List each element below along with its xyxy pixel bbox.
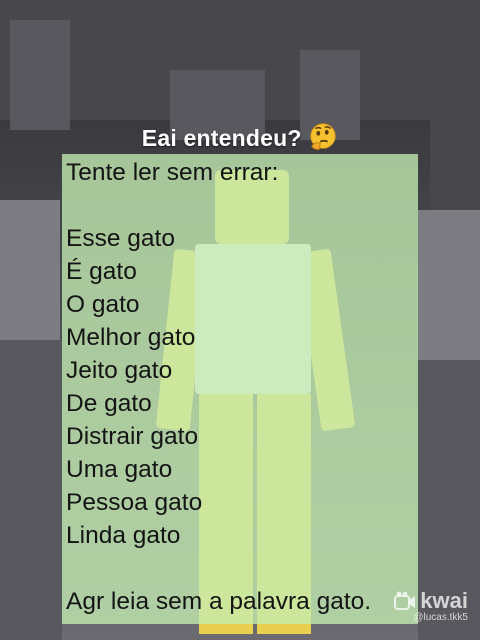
card-line: Pessoa gato: [66, 489, 203, 516]
kwai-brand-text: kwai: [420, 588, 468, 613]
card-line: Distrair gato: [66, 423, 199, 450]
card-line: Melhor gato: [66, 324, 196, 351]
scene-block: [10, 20, 70, 130]
scene-block: [90, 35, 130, 105]
card-line: Linda gato: [66, 522, 181, 549]
card-intro: Tente ler sem errar:: [66, 159, 279, 186]
card-line: Jeito gato: [66, 357, 173, 384]
card-line: De gato: [66, 390, 152, 417]
card-spacer: [66, 189, 418, 222]
kwai-watermark: kwai @lucas.tkk5: [394, 588, 468, 623]
card-line: Uma gato: [66, 456, 173, 483]
text-card: Tente ler sem errar: Esse gato É gato O …: [62, 154, 418, 624]
thinking-face-icon: [310, 123, 336, 150]
card-spacer: [66, 552, 418, 585]
card-outro: Agr leia sem a palavra gato.: [66, 588, 372, 615]
caption: Eai entendeu?: [0, 122, 480, 152]
kwai-handle: @lucas.tkk5: [413, 612, 468, 623]
card-line: O gato: [66, 291, 140, 318]
kwai-logo-icon: [394, 591, 416, 610]
kwai-brand: kwai: [394, 588, 468, 614]
video-frame: Eai entendeu? Tente ler sem errar: Esse …: [0, 0, 480, 640]
scene-block: [0, 340, 62, 640]
card-line: É gato: [66, 258, 137, 285]
caption-text: Eai entendeu?: [141, 125, 302, 151]
card-line: Esse gato: [66, 225, 175, 252]
